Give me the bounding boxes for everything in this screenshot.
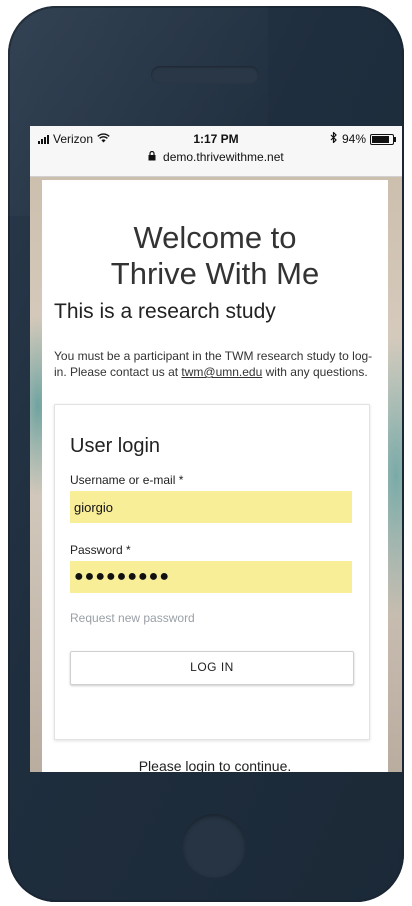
- bluetooth-icon: [330, 131, 338, 146]
- lock-icon: [148, 150, 159, 164]
- battery-percent: 94%: [341, 132, 366, 146]
- phone-screen: Verizon 1:17 PM 94% demo.thrivewithme.ne…: [30, 126, 402, 772]
- login-heading: User login: [70, 435, 161, 457]
- phone-frame: Verizon 1:17 PM 94% demo.thrivewithme.ne…: [8, 6, 404, 902]
- phone-speaker: [151, 66, 259, 84]
- username-input[interactable]: giorgio: [70, 491, 352, 523]
- home-button[interactable]: [182, 814, 246, 878]
- address-bar[interactable]: demo.thrivewithme.net: [30, 150, 402, 164]
- login-prompt: Please login to continue.: [138, 758, 292, 772]
- page-title: Welcome to Thrive With Me: [42, 220, 388, 292]
- login-button[interactable]: LOG IN: [70, 651, 354, 685]
- intro-text: You must be a participant in the TWM res…: [54, 348, 378, 380]
- login-panel: User login Username or e-mail * giorgio …: [54, 404, 370, 740]
- content-card: Welcome to Thrive With Me This is a rese…: [42, 180, 388, 772]
- page-subtitle: This is a research study: [54, 300, 276, 323]
- contact-email-link[interactable]: twm@umn.edu: [181, 365, 262, 379]
- password-input[interactable]: ●●●●●●●●●: [70, 561, 352, 593]
- status-bar: Verizon 1:17 PM 94% demo.thrivewithme.ne…: [30, 126, 402, 177]
- battery-icon: [370, 133, 396, 145]
- intro-text-end: with any questions.: [262, 365, 368, 379]
- title-line-1: Welcome to: [133, 220, 297, 255]
- url-text: demo.thrivewithme.net: [163, 150, 284, 164]
- password-label: Password *: [70, 543, 131, 557]
- title-line-2: Thrive With Me: [110, 256, 320, 291]
- username-label: Username or e-mail *: [70, 473, 184, 487]
- request-password-link[interactable]: Request new password: [70, 611, 195, 625]
